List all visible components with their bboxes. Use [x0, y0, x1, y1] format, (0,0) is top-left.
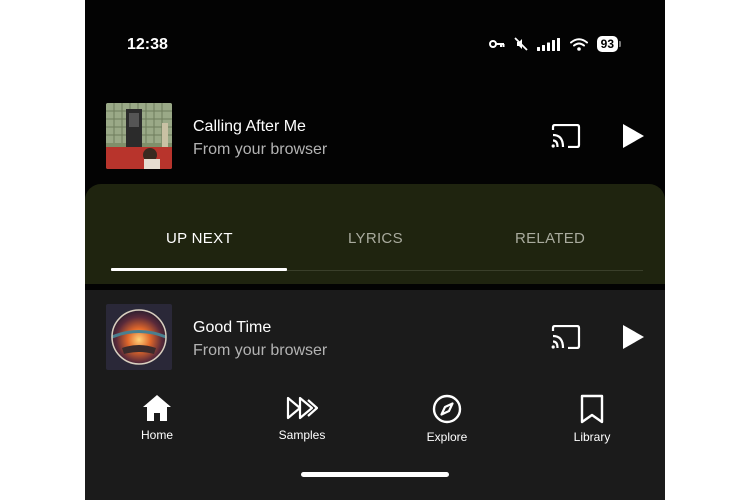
tab-lyrics[interactable]: LYRICS	[348, 230, 403, 247]
mini-player-row[interactable]: Good Time From your browser	[85, 304, 665, 374]
now-playing-album-art	[106, 103, 172, 169]
mini-player-subtitle: From your browser	[193, 342, 328, 359]
tab-up-next[interactable]: UP NEXT	[166, 230, 233, 247]
nav-home[interactable]: Home	[102, 394, 212, 442]
wifi-icon	[569, 37, 588, 51]
status-time: 12:38	[127, 36, 168, 53]
nav-explore[interactable]: Explore	[392, 394, 502, 444]
home-icon	[143, 395, 171, 421]
vpn-key-icon	[488, 40, 505, 48]
now-playing-row[interactable]: Calling After Me From your browser	[85, 103, 665, 173]
active-tab-indicator	[111, 268, 287, 271]
status-bar: 12:38 93	[85, 0, 665, 90]
battery-level: 93	[596, 36, 618, 52]
play-icon[interactable]	[621, 324, 645, 350]
nav-library-label: Library	[573, 430, 611, 444]
play-icon[interactable]	[621, 123, 645, 149]
battery-nub	[619, 41, 621, 47]
cast-icon[interactable]	[551, 124, 581, 148]
mini-player-title: Good Time	[193, 319, 272, 336]
nav-samples[interactable]: Samples	[247, 394, 357, 442]
mini-player-album-art	[106, 304, 172, 370]
library-icon	[580, 394, 604, 424]
nav-library[interactable]: Library	[537, 394, 647, 444]
now-playing-subtitle: From your browser	[193, 141, 328, 158]
battery-icon: 93	[596, 36, 621, 52]
queue-sheet: UP NEXT LYRICS RELATED	[85, 184, 665, 284]
phone-screen: 12:38 93 Calling After Me From your brow…	[85, 0, 665, 500]
nav-explore-label: Explore	[426, 430, 468, 444]
cast-icon[interactable]	[551, 325, 581, 349]
muted-icon	[514, 37, 528, 51]
nav-home-label: Home	[140, 428, 173, 442]
tab-related[interactable]: RELATED	[515, 230, 585, 247]
samples-icon	[286, 396, 318, 420]
explore-icon	[432, 394, 462, 424]
home-indicator[interactable]	[301, 472, 449, 477]
now-playing-title: Calling After Me	[193, 118, 306, 135]
status-icons: 93	[488, 36, 621, 52]
nav-samples-label: Samples	[278, 428, 326, 442]
cellular-signal-icon	[536, 37, 560, 51]
